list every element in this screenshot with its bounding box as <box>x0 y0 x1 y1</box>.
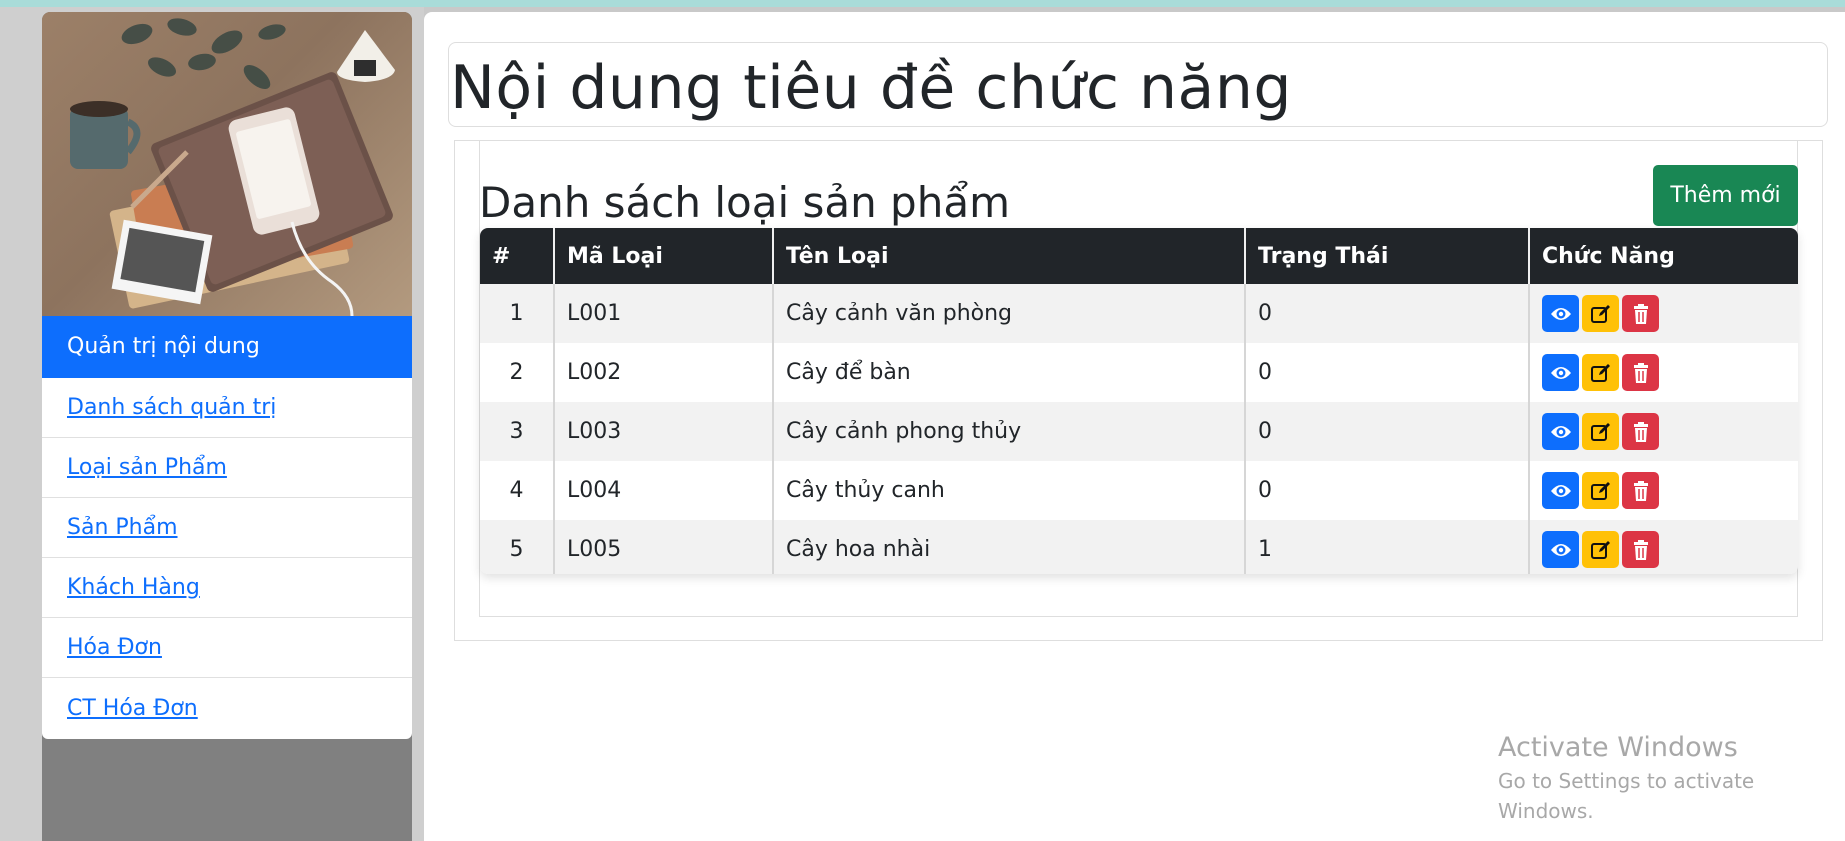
sidebar-link-admin-list[interactable]: Danh sách quản trị <box>67 395 276 420</box>
main-content: Nội dung tiêu đề chức năng Danh sách loạ… <box>424 12 1845 841</box>
category-table-container: # Mã Loại Tên Loại Trạng Thái Chức Năng … <box>480 228 1798 574</box>
cell-status: 0 <box>1245 343 1530 402</box>
sidebar-link-customers[interactable]: Khách Hàng <box>67 575 200 600</box>
activate-windows-subtitle: Go to Settings to activate Windows. <box>1498 769 1755 823</box>
edit-button[interactable] <box>1582 413 1619 450</box>
view-button[interactable] <box>1542 531 1579 568</box>
table-row: 3 L003 Cây cảnh phong thủy 0 <box>480 402 1798 461</box>
eye-icon <box>1550 307 1571 320</box>
sidebar-item-products: Sản Phẩm <box>42 498 412 558</box>
eye-icon <box>1550 543 1571 556</box>
sidebar-illustration-image <box>42 12 412 316</box>
page-title: Nội dung tiêu đề chức năng <box>450 53 1292 123</box>
cell-name: Cây thủy canh <box>773 461 1246 520</box>
delete-button[interactable] <box>1622 354 1659 391</box>
edit-button[interactable] <box>1582 472 1619 509</box>
cell-number: 2 <box>480 343 555 402</box>
table-row: 1 L001 Cây cảnh văn phòng 0 <box>480 284 1798 343</box>
trash-icon <box>1633 362 1648 383</box>
cell-status: 0 <box>1245 284 1530 343</box>
pencil-square-icon <box>1590 363 1610 382</box>
cell-number: 3 <box>480 402 555 461</box>
edit-button[interactable] <box>1582 295 1619 332</box>
column-header-code: Mã Loại <box>554 228 774 284</box>
sidebar-link-invoice-details[interactable]: CT Hóa Đơn <box>67 696 198 721</box>
add-new-button[interactable]: Thêm mới <box>1653 165 1798 226</box>
cell-actions <box>1529 461 1798 520</box>
cell-name: Cây cảnh phong thủy <box>773 402 1246 461</box>
view-button[interactable] <box>1542 472 1579 509</box>
cell-actions <box>1529 520 1798 574</box>
view-button[interactable] <box>1542 413 1579 450</box>
trash-icon <box>1633 421 1648 442</box>
column-header-name: Tên Loại <box>773 228 1246 284</box>
pencil-square-icon <box>1590 422 1610 441</box>
table-row: 4 L004 Cây thủy canh 0 <box>480 461 1798 520</box>
cell-number: 5 <box>480 520 555 574</box>
sidebar-item-invoice-details: CT Hóa Đơn <box>42 678 412 739</box>
sidebar-link-product-categories[interactable]: Loại sản Phẩm <box>67 455 227 480</box>
window-top-strip <box>0 0 1845 7</box>
view-button[interactable] <box>1542 295 1579 332</box>
table-row: 2 L002 Cây để bàn 0 <box>480 343 1798 402</box>
eye-icon <box>1550 366 1571 379</box>
delete-button[interactable] <box>1622 295 1659 332</box>
cell-name: Cây để bàn <box>773 343 1246 402</box>
column-header-actions: Chức Năng <box>1542 243 1675 269</box>
delete-button[interactable] <box>1622 472 1659 509</box>
sidebar: Quản trị nội dung Danh sách quản trị Loạ… <box>42 12 412 841</box>
category-table: # Mã Loại Tên Loại Trạng Thái Chức Năng … <box>480 228 1798 574</box>
cell-actions <box>1529 343 1798 402</box>
pencil-square-icon <box>1590 481 1610 500</box>
delete-button[interactable] <box>1622 413 1659 450</box>
sidebar-header-admin-content[interactable]: Quản trị nội dung <box>42 316 412 378</box>
cell-number: 1 <box>480 284 555 343</box>
cell-status: 0 <box>1245 461 1530 520</box>
sidebar-menu: Danh sách quản trị Loại sản Phẩm Sản Phẩ… <box>42 378 412 739</box>
cell-code: L001 <box>554 284 774 343</box>
table-header-row: # Mã Loại Tên Loại Trạng Thái Chức Năng <box>480 228 1798 284</box>
cell-code: L004 <box>554 461 774 520</box>
activate-windows-title: Activate Windows <box>1498 732 1738 763</box>
delete-button[interactable] <box>1622 531 1659 568</box>
cell-name: Cây hoa nhài <box>773 520 1246 574</box>
cell-actions <box>1529 284 1798 343</box>
sidebar-item-product-categories: Loại sản Phẩm <box>42 438 412 498</box>
column-header-number: # <box>480 228 555 284</box>
cell-code: L003 <box>554 402 774 461</box>
sidebar-item-invoices: Hóa Đơn <box>42 618 412 678</box>
sidebar-item-admin-list: Danh sách quản trị <box>42 378 412 438</box>
cell-status: 0 <box>1245 402 1530 461</box>
activate-windows-watermark: Activate Windows Go to Settings to activ… <box>1498 730 1845 826</box>
view-button[interactable] <box>1542 354 1579 391</box>
edit-button[interactable] <box>1582 531 1619 568</box>
cell-status: 1 <box>1245 520 1530 574</box>
cell-actions <box>1529 402 1798 461</box>
eye-icon <box>1550 484 1571 497</box>
pencil-square-icon <box>1590 540 1610 559</box>
sidebar-item-customers: Khách Hàng <box>42 558 412 618</box>
trash-icon <box>1633 539 1648 560</box>
sidebar-link-invoices[interactable]: Hóa Đơn <box>67 635 162 660</box>
pencil-square-icon <box>1590 304 1610 323</box>
edit-button[interactable] <box>1582 354 1619 391</box>
column-header-status: Trạng Thái <box>1245 228 1530 284</box>
cell-code: L002 <box>554 343 774 402</box>
table-row: 5 L005 Cây hoa nhài 1 <box>480 520 1798 574</box>
trash-icon <box>1633 303 1648 324</box>
eye-icon <box>1550 425 1571 438</box>
cell-number: 4 <box>480 461 555 520</box>
trash-icon <box>1633 480 1648 501</box>
sidebar-link-products[interactable]: Sản Phẩm <box>67 515 178 540</box>
cell-code: L005 <box>554 520 774 574</box>
section-title: Danh sách loại sản phẩm <box>479 178 1010 227</box>
cell-name: Cây cảnh văn phòng <box>773 284 1246 343</box>
